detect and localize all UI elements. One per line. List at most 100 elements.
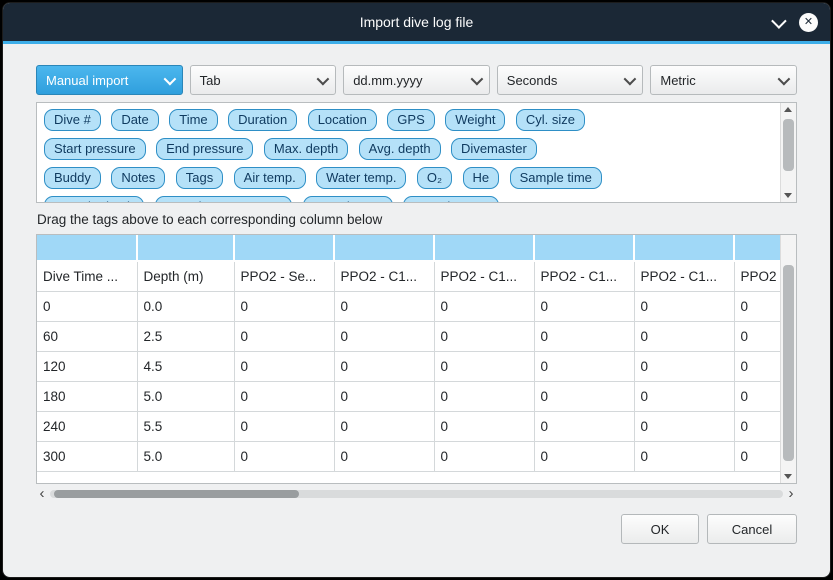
tag-chip[interactable]: Buddy bbox=[44, 167, 101, 189]
tag-chip[interactable]: Dive # bbox=[44, 109, 101, 131]
tag-chip[interactable]: Cyl. size bbox=[516, 109, 585, 131]
ok-button[interactable]: OK bbox=[621, 514, 699, 544]
tag-pool-scrollbar[interactable] bbox=[780, 103, 796, 202]
tag-chip[interactable]: O₂ bbox=[417, 167, 452, 189]
table-vertical-scrollbar[interactable] bbox=[780, 235, 796, 483]
table-cell: 5.0 bbox=[137, 382, 234, 412]
dialog-buttons: OK Cancel bbox=[36, 514, 797, 544]
import-mode-value: Manual import bbox=[46, 73, 128, 88]
chevron-down-icon bbox=[317, 72, 330, 85]
tag-chip[interactable]: Water temp. bbox=[316, 167, 406, 189]
import-mode-select[interactable]: Manual import bbox=[36, 65, 183, 95]
column-drop-cell[interactable] bbox=[234, 235, 334, 261]
scroll-down-icon[interactable] bbox=[784, 474, 792, 479]
tag-chip[interactable]: Avg. depth bbox=[359, 138, 441, 160]
scrollbar-thumb[interactable] bbox=[54, 490, 299, 498]
table-cell: 0 bbox=[334, 292, 434, 322]
tag-row: Start pressure End pressure Max. depth A… bbox=[41, 136, 774, 165]
scroll-up-icon[interactable] bbox=[784, 107, 792, 112]
dialog-content: Manual import Tab dd.mm.yyyy Seconds Met… bbox=[3, 44, 830, 544]
scroll-down-icon[interactable] bbox=[784, 193, 792, 198]
column-drop-cell[interactable] bbox=[334, 235, 434, 261]
tag-chip[interactable]: GPS bbox=[387, 109, 434, 131]
table-cell: 240 bbox=[37, 412, 137, 442]
tag-row: Sample depth Sample temperature Sample p… bbox=[41, 194, 774, 203]
column-drop-cell[interactable] bbox=[734, 235, 781, 261]
tag-chip[interactable]: Tags bbox=[176, 167, 223, 189]
tag-chip[interactable]: Air temp. bbox=[234, 167, 306, 189]
table-cell: 0 bbox=[434, 442, 534, 472]
column-drop-cell[interactable] bbox=[37, 235, 137, 261]
table-cell: 5.0 bbox=[137, 442, 234, 472]
scrollbar-track[interactable] bbox=[50, 490, 783, 498]
table-cell: 300 bbox=[37, 442, 137, 472]
table-cell: 0 bbox=[37, 292, 137, 322]
scrollbar-thumb[interactable] bbox=[783, 119, 794, 171]
table-cell: 0 bbox=[334, 352, 434, 382]
preview-table: Dive Time ... Depth (m) PPO2 - Se... PPO… bbox=[36, 234, 797, 484]
column-drop-cell[interactable] bbox=[137, 235, 234, 261]
table-cell: 0 bbox=[434, 292, 534, 322]
tag-chip[interactable]: End pressure bbox=[156, 138, 253, 160]
separator-select[interactable]: Tab bbox=[190, 65, 337, 95]
table-cell: 0 bbox=[734, 322, 781, 352]
column-drop-cell[interactable] bbox=[434, 235, 534, 261]
close-button[interactable]: ✕ bbox=[799, 13, 818, 32]
window-title: Import dive log file bbox=[360, 14, 474, 30]
column-drop-row bbox=[37, 235, 781, 261]
tag-chip[interactable]: Sample depth bbox=[44, 196, 144, 203]
tag-chip[interactable]: Sample temperature bbox=[155, 196, 293, 203]
tag-chip[interactable]: Sample time bbox=[510, 167, 602, 189]
titlebar[interactable]: Import dive log file ✕ bbox=[3, 3, 830, 41]
tag-chip[interactable]: He bbox=[463, 167, 500, 189]
date-format-value: dd.mm.yyyy bbox=[353, 73, 422, 88]
tag-chip[interactable]: Sample pO₂ bbox=[303, 196, 393, 203]
close-icon: ✕ bbox=[804, 17, 813, 28]
column-header-cell: PPO2 - Se... bbox=[234, 261, 334, 292]
cancel-button[interactable]: Cancel bbox=[707, 514, 797, 544]
table-cell: 0 bbox=[634, 322, 734, 352]
column-drop-cell[interactable] bbox=[534, 235, 634, 261]
table-cell: 0 bbox=[234, 412, 334, 442]
table-horizontal-scrollbar[interactable]: ‹ › bbox=[36, 487, 797, 501]
table-cell: 0 bbox=[634, 442, 734, 472]
tag-chip[interactable]: Divemaster bbox=[451, 138, 537, 160]
table-cell: 0 bbox=[734, 412, 781, 442]
chevron-down-icon[interactable] bbox=[771, 13, 787, 29]
table-cell: 0 bbox=[734, 442, 781, 472]
table-cell: 0 bbox=[234, 442, 334, 472]
tag-chip[interactable]: Notes bbox=[111, 167, 165, 189]
chevron-down-icon bbox=[163, 72, 176, 85]
chevron-down-icon bbox=[624, 72, 637, 85]
column-header-cell: Depth (m) bbox=[137, 261, 234, 292]
tag-row: Dive # Date Time Duration Location GPS W… bbox=[41, 107, 774, 136]
tag-chip[interactable]: Date bbox=[111, 109, 158, 131]
table-cell: 120 bbox=[37, 352, 137, 382]
scroll-right-icon[interactable]: › bbox=[785, 487, 797, 501]
table-cell: 0 bbox=[534, 352, 634, 382]
time-format-select[interactable]: Seconds bbox=[497, 65, 644, 95]
table-cell: 5.5 bbox=[137, 412, 234, 442]
tag-chip[interactable]: Sample CNS bbox=[403, 196, 498, 203]
table-cell: 0 bbox=[534, 412, 634, 442]
instruction-text: Drag the tags above to each correspondin… bbox=[37, 212, 796, 227]
tag-chip[interactable]: Weight bbox=[445, 109, 505, 131]
table-cell: 0 bbox=[534, 382, 634, 412]
date-format-select[interactable]: dd.mm.yyyy bbox=[343, 65, 490, 95]
tag-chip[interactable]: Start pressure bbox=[44, 138, 146, 160]
table-cell: 0 bbox=[434, 352, 534, 382]
table-row: 180 5.0 0 0 0 0 0 0 bbox=[37, 382, 781, 412]
scrollbar-thumb[interactable] bbox=[783, 265, 794, 461]
tag-chip[interactable]: Max. depth bbox=[264, 138, 348, 160]
tag-chip[interactable]: Time bbox=[169, 109, 217, 131]
units-select[interactable]: Metric bbox=[650, 65, 797, 95]
tag-chip[interactable]: Duration bbox=[228, 109, 297, 131]
options-row: Manual import Tab dd.mm.yyyy Seconds Met… bbox=[36, 65, 797, 95]
time-format-value: Seconds bbox=[507, 73, 558, 88]
column-header-row: Dive Time ... Depth (m) PPO2 - Se... PPO… bbox=[37, 261, 781, 292]
column-drop-cell[interactable] bbox=[634, 235, 734, 261]
table-cell: 0 bbox=[734, 382, 781, 412]
tag-chip[interactable]: Location bbox=[308, 109, 377, 131]
scroll-left-icon[interactable]: ‹ bbox=[36, 487, 48, 501]
table-cell: 0 bbox=[634, 292, 734, 322]
